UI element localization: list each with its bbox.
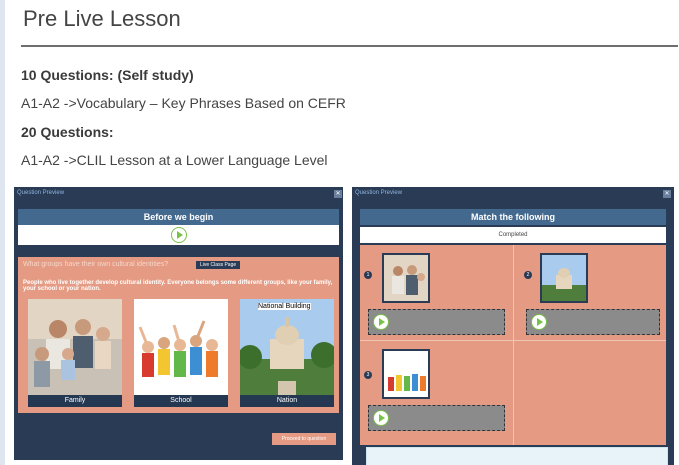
- grid-divider-h: [360, 340, 666, 341]
- family-thumbnail[interactable]: [382, 253, 430, 303]
- q10-description: A1-A2 ->Vocabulary – Key Phrases Based o…: [21, 95, 346, 111]
- nation-thumbnail[interactable]: [540, 253, 588, 303]
- school-photo: [134, 299, 228, 395]
- completed-status: Completed: [360, 227, 666, 243]
- close-icon[interactable]: ✕: [663, 190, 671, 198]
- proceed-button[interactable]: Proceed to question: [272, 433, 336, 445]
- nation-photo: [240, 299, 334, 395]
- before-we-begin-screenshot: Question Preview ✕ Before we begin What …: [14, 187, 343, 460]
- school-thumbnail[interactable]: [382, 349, 430, 399]
- match-grid: 1 2 3: [360, 245, 666, 445]
- live-class-button[interactable]: Live Class Page: [196, 261, 241, 269]
- family-label: Family: [28, 395, 122, 407]
- play-audio-icon[interactable]: [373, 410, 389, 426]
- school-label: School: [134, 395, 228, 407]
- item-number-2: 2: [524, 271, 532, 279]
- title-divider: [21, 45, 678, 47]
- item-number-1: 1: [364, 271, 372, 279]
- q20-description: A1-A2 ->CLIL Lesson at a Lower Language …: [21, 152, 328, 168]
- q10-heading: 10 Questions: (Self study): [21, 67, 194, 83]
- before-we-begin-header: Before we begin: [18, 209, 339, 225]
- drop-zone-3[interactable]: [368, 405, 505, 431]
- close-icon[interactable]: ✕: [334, 190, 342, 198]
- school-card[interactable]: School: [134, 299, 228, 407]
- intro-info: People who live together develop cultura…: [23, 280, 333, 292]
- q20-heading: 20 Questions:: [21, 124, 114, 140]
- answer-tray: [366, 447, 668, 465]
- play-audio-icon[interactable]: [531, 314, 547, 330]
- family-card[interactable]: Family: [28, 299, 122, 407]
- question-preview-label: Question Preview: [17, 190, 65, 196]
- intro-panel: What groups have their own cultural iden…: [18, 257, 339, 413]
- match-header: Match the following: [360, 209, 666, 225]
- intro-question: What groups have their own cultural iden…: [23, 261, 169, 268]
- family-photo: [28, 299, 122, 395]
- drop-zone-2[interactable]: [526, 309, 660, 335]
- play-audio-icon[interactable]: [171, 227, 187, 243]
- play-strip: [18, 225, 339, 245]
- grid-divider-v: [513, 245, 514, 445]
- question-preview-label: Question Preview: [355, 190, 403, 196]
- play-audio-icon[interactable]: [373, 314, 389, 330]
- item-number-3: 3: [364, 371, 372, 379]
- nation-label: Nation: [240, 395, 334, 407]
- page-title: Pre Live Lesson: [23, 6, 181, 31]
- drop-zone-1[interactable]: [368, 309, 505, 335]
- building-tag: National Building: [258, 303, 311, 310]
- content-card: Pre Live Lesson 10 Questions: (Self stud…: [5, 0, 679, 465]
- match-following-screenshot: Question Preview ✕ Match the following C…: [352, 187, 674, 465]
- nation-card[interactable]: National Building Nation: [240, 299, 334, 407]
